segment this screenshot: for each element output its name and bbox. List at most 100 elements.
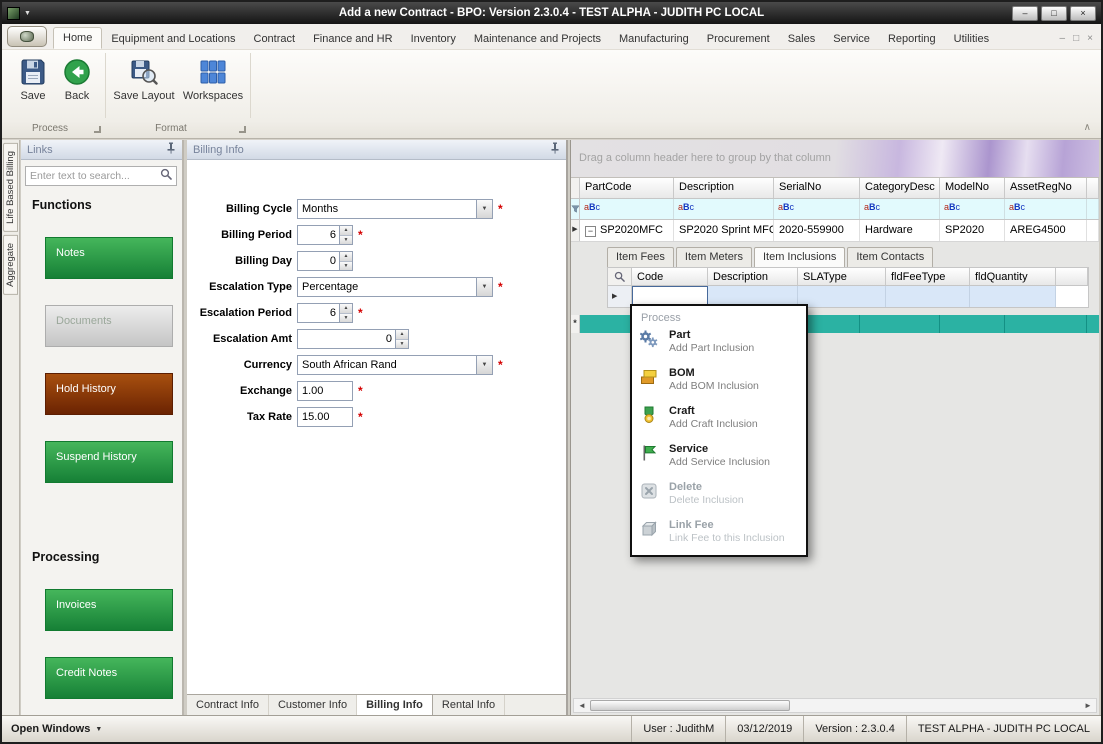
filter-cell-description[interactable]: aBc [674, 199, 774, 219]
column-header-code[interactable]: Code [632, 268, 708, 285]
format-group-launcher-icon[interactable] [239, 126, 246, 133]
scroll-left-icon[interactable]: ◄ [574, 699, 590, 712]
ribbon-tab-maintenance-and-projects[interactable]: Maintenance and Projects [465, 29, 610, 49]
column-header-partcode[interactable]: PartCode [580, 178, 674, 198]
currency-dropdown[interactable]: South African Rand ▼ [297, 355, 493, 375]
new-row-cell[interactable] [860, 315, 940, 333]
filter-cell-partcode[interactable]: aBc [580, 199, 674, 219]
chevron-down-icon[interactable]: ▼ [476, 200, 492, 218]
scroll-right-icon[interactable]: ► [1080, 699, 1096, 712]
ribbon-tab-procurement[interactable]: Procurement [698, 29, 779, 49]
minimize-button[interactable]: – [1012, 6, 1038, 21]
new-row-cell[interactable] [1005, 315, 1087, 333]
table-row[interactable]: ▶ −SP2020MFC SP2020 Sprint MFC 2020-5599… [571, 220, 1099, 242]
ribbon-tab-utilities[interactable]: Utilities [945, 29, 998, 49]
scrollbar-track[interactable] [790, 699, 1080, 712]
ribbon-collapse-icon[interactable]: ∧ [1084, 122, 1091, 133]
column-header-slatype[interactable]: SLAType [798, 268, 886, 285]
column-header-fldquantity[interactable]: fldQuantity [970, 268, 1056, 285]
ribbon-tab-inventory[interactable]: Inventory [402, 29, 465, 49]
tab-billing-info[interactable]: Billing Info [357, 695, 433, 715]
filter-cell-modelno[interactable]: aBc [940, 199, 1005, 219]
ribbon-tab-sales[interactable]: Sales [779, 29, 825, 49]
cell-assetregno[interactable]: AREG4500 [1005, 220, 1087, 241]
exchange-field[interactable]: 1.00 [297, 381, 353, 401]
window-menu-caret-icon[interactable]: ▼ [24, 10, 31, 17]
menu-item-service[interactable]: ServiceAdd Service Inclusion [632, 441, 806, 479]
column-header-categorydesc[interactable]: CategoryDesc [860, 178, 940, 198]
workspaces-button[interactable]: Workspaces [180, 54, 246, 118]
menu-item-craft[interactable]: CraftAdd Craft Inclusion [632, 403, 806, 441]
pin-icon[interactable] [166, 142, 176, 157]
column-header-modelno[interactable]: ModelNo [940, 178, 1005, 198]
documents-button[interactable]: Documents [45, 305, 173, 347]
billing-period-spinner[interactable]: 6 ▲▼ [297, 225, 353, 245]
menu-item-bom[interactable]: BOMAdd BOM Inclusion [632, 365, 806, 403]
chevron-down-icon[interactable]: ▼ [476, 278, 492, 296]
tab-item-meters[interactable]: Item Meters [676, 247, 752, 267]
restore-button[interactable]: □ [1041, 6, 1067, 21]
process-group-launcher-icon[interactable] [94, 126, 101, 133]
pin-icon[interactable] [550, 142, 560, 157]
back-button[interactable]: Back [48, 54, 106, 118]
tab-customer-info[interactable]: Customer Info [269, 695, 357, 715]
new-row-cell[interactable] [940, 315, 1005, 333]
escalation-type-dropdown[interactable]: Percentage ▼ [297, 277, 493, 297]
cell-serialno[interactable]: 2020-559900 [774, 220, 860, 241]
tab-item-inclusions[interactable]: Item Inclusions [754, 247, 845, 267]
spin-up-icon[interactable]: ▲ [340, 252, 352, 261]
tax-rate-field[interactable]: 15.00 [297, 407, 353, 427]
tab-contract-info[interactable]: Contract Info [187, 695, 269, 715]
chevron-down-icon[interactable]: ▼ [476, 356, 492, 374]
ribbon-tab-home[interactable]: Home [53, 27, 102, 49]
spin-down-icon[interactable]: ▼ [340, 235, 352, 245]
mdi-close-icon[interactable]: × [1087, 34, 1093, 44]
ribbon-tab-contract[interactable]: Contract [245, 29, 305, 49]
tab-item-contacts[interactable]: Item Contacts [847, 247, 933, 267]
group-by-area[interactable]: Drag a column header here to group by th… [571, 140, 1099, 178]
detail-search-icon[interactable] [608, 268, 632, 285]
ribbon-tab-reporting[interactable]: Reporting [879, 29, 945, 49]
escalation-amt-spinner[interactable]: 0 ▲▼ [297, 329, 409, 349]
cell-modelno[interactable]: SP2020 [940, 220, 1005, 241]
suspend-history-button[interactable]: Suspend History [45, 441, 173, 483]
search-icon[interactable] [160, 167, 176, 185]
column-header-description[interactable]: Description [674, 178, 774, 198]
credit-notes-button[interactable]: Credit Notes [45, 657, 173, 699]
billing-day-spinner[interactable]: 0 ▲▼ [297, 251, 353, 271]
ribbon-tab-finance-and-hr[interactable]: Finance and HR [304, 29, 402, 49]
spin-down-icon[interactable]: ▼ [340, 261, 352, 271]
column-header-description[interactable]: Description [708, 268, 798, 285]
escalation-period-spinner[interactable]: 6 ▲▼ [297, 303, 353, 323]
invoices-button[interactable]: Invoices [45, 589, 173, 631]
spin-up-icon[interactable]: ▲ [340, 226, 352, 235]
spin-down-icon[interactable]: ▼ [340, 313, 352, 323]
column-header-assetregno[interactable]: AssetRegNo [1005, 178, 1087, 198]
mdi-restore-icon[interactable]: □ [1073, 34, 1079, 44]
cell-partcode[interactable]: −SP2020MFC [580, 220, 674, 241]
app-menu-button[interactable] [7, 26, 47, 47]
open-windows-button[interactable]: Open Windows ▼ [11, 723, 102, 735]
spin-up-icon[interactable]: ▲ [396, 330, 408, 339]
spin-down-icon[interactable]: ▼ [396, 339, 408, 349]
filter-cell-assetregno[interactable]: aBc [1005, 199, 1087, 219]
links-search-input[interactable] [26, 170, 160, 182]
billing-cycle-dropdown[interactable]: Months ▼ [297, 199, 493, 219]
fldquantity-cell[interactable] [970, 286, 1056, 307]
ribbon-tab-manufacturing[interactable]: Manufacturing [610, 29, 698, 49]
horizontal-scrollbar[interactable]: ◄ ► [573, 698, 1097, 713]
hold-history-button[interactable]: Hold History [45, 373, 173, 415]
cell-description[interactable]: SP2020 Sprint MFC [674, 220, 774, 241]
filter-cell-categorydesc[interactable]: aBc [860, 199, 940, 219]
collapse-icon[interactable]: − [585, 226, 596, 237]
notes-button[interactable]: Notes [45, 237, 173, 279]
column-header-serialno[interactable]: SerialNo [774, 178, 860, 198]
cell-categorydesc[interactable]: Hardware [860, 220, 940, 241]
ribbon-tab-service[interactable]: Service [824, 29, 879, 49]
ribbon-tab-equipment-and-locations[interactable]: Equipment and Locations [102, 29, 244, 49]
side-tab-life-based-billing[interactable]: Life Based Billing [3, 143, 18, 232]
slatype-cell[interactable] [798, 286, 886, 307]
fldfeetype-cell[interactable] [886, 286, 970, 307]
scrollbar-thumb[interactable] [590, 700, 790, 711]
side-tab-aggregate[interactable]: Aggregate [3, 235, 18, 295]
